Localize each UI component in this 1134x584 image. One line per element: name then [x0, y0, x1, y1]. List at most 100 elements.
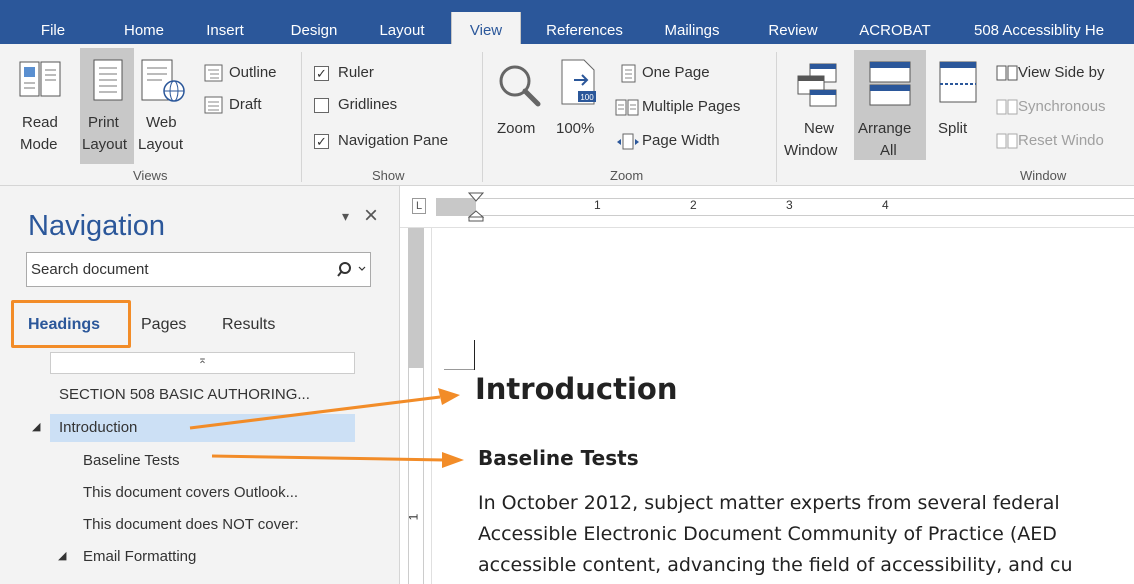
tab-layout[interactable]: Layout: [364, 12, 440, 44]
outline-button[interactable]: Outline: [229, 64, 277, 81]
arrange-all-icon: [869, 61, 911, 106]
tab-insert[interactable]: Insert: [194, 12, 256, 44]
tab-508-accessibility[interactable]: 508 Accessiblity He: [962, 12, 1134, 44]
one-page-icon: [621, 64, 636, 83]
pane-options-dropdown[interactable]: ▾: [342, 208, 349, 225]
tab-view[interactable]: View: [451, 12, 521, 44]
separator: [776, 52, 777, 182]
tab-file[interactable]: File: [22, 12, 84, 44]
document-paragraph-line[interactable]: accessible content, advancing the field …: [478, 554, 1073, 576]
hundred-percent-icon: 100: [561, 59, 596, 105]
views-group-label: Views: [133, 168, 168, 183]
hundred-percent-button[interactable]: 100%: [556, 120, 594, 137]
split-button[interactable]: Split: [938, 120, 967, 137]
arrange-all-label-2[interactable]: All: [880, 142, 897, 159]
tab-mailings[interactable]: Mailings: [650, 12, 734, 44]
heading-item[interactable]: SECTION 508 BASIC AUTHORING...: [59, 386, 310, 403]
read-mode-icon: [19, 61, 61, 97]
close-icon[interactable]: ×: [364, 202, 378, 230]
ribbon-tab-bar: File Home Insert Design Layout View Refe…: [0, 0, 1134, 44]
ruler-strip: [408, 368, 424, 584]
separator: [301, 52, 302, 182]
horizontal-ruler[interactable]: L 1 2 3 4: [400, 186, 1134, 228]
scroll-up-button[interactable]: ⌅: [50, 352, 355, 374]
read-mode-label-2[interactable]: Mode: [20, 136, 58, 153]
zoom-button[interactable]: Zoom: [497, 120, 535, 137]
ruler-number: 2: [690, 198, 697, 212]
outline-icon: [204, 64, 223, 82]
tab-review[interactable]: Review: [756, 12, 830, 44]
split-icon: [939, 61, 977, 103]
search-icon[interactable]: [337, 261, 367, 277]
new-window-label-1[interactable]: New: [804, 120, 834, 137]
print-layout-label-2[interactable]: Layout: [82, 136, 127, 153]
web-layout-icon: [141, 59, 185, 102]
heading-item[interactable]: This document covers Outlook...: [83, 484, 298, 501]
search-input[interactable]: Search document: [26, 252, 371, 287]
document-paragraph-line[interactable]: Accessible Electronic Document Community…: [478, 523, 1057, 545]
search-placeholder: Search document: [31, 261, 149, 278]
ribbon: Read Mode Print Layout Web Layout Outlin…: [0, 44, 1134, 186]
page-width-button[interactable]: Page Width: [642, 132, 720, 149]
separator: [482, 52, 483, 182]
tab-acrobat[interactable]: ACROBAT: [845, 12, 945, 44]
arrange-all-label-1[interactable]: Arrange: [858, 120, 911, 137]
view-side-by-side-button[interactable]: View Side by: [1018, 64, 1104, 81]
multiple-pages-icon: [615, 99, 639, 116]
ruler-checkbox[interactable]: ✓: [314, 66, 329, 81]
tab-design[interactable]: Design: [276, 12, 352, 44]
ruler-number: 1: [406, 513, 421, 521]
ruler-number: 4: [882, 198, 889, 212]
text-cursor: [474, 340, 475, 370]
reset-window-icon: [996, 133, 1018, 149]
synchronous-scrolling-icon: [996, 99, 1018, 115]
view-side-by-side-icon: [996, 65, 1018, 81]
tab-references[interactable]: References: [532, 12, 637, 44]
ruler-margin: [408, 228, 424, 368]
print-layout-label-1[interactable]: Print: [88, 114, 119, 131]
document-paragraph-line[interactable]: In October 2012, subject matter experts …: [478, 492, 1060, 514]
new-window-icon: [797, 63, 837, 107]
reset-window-button[interactable]: Reset Windo: [1018, 132, 1104, 149]
collapse-triangle-icon[interactable]: ◢: [32, 420, 40, 433]
hundred-icon-text: 100: [580, 93, 594, 102]
document-heading-1[interactable]: Introduction: [475, 372, 678, 406]
zoom-group-label: Zoom: [610, 168, 644, 183]
web-layout-label-1[interactable]: Web: [146, 114, 177, 131]
ruler-number: 1: [594, 198, 601, 212]
vertical-ruler[interactable]: 1: [400, 228, 432, 584]
new-window-label-2[interactable]: Window: [784, 142, 837, 159]
margin-mark: [444, 369, 474, 370]
page-width-icon: [617, 133, 639, 150]
draft-icon: [204, 96, 223, 114]
heading-item[interactable]: This document does NOT cover:: [83, 516, 299, 533]
magnifier-icon: [499, 65, 541, 107]
tab-headings[interactable]: Headings: [28, 316, 100, 334]
navigation-pane-checkbox[interactable]: ✓: [314, 134, 329, 149]
tab-selector[interactable]: L: [412, 198, 426, 214]
gridlines-label[interactable]: Gridlines: [338, 96, 397, 113]
heading-item-email-formatting[interactable]: Email Formatting: [83, 548, 196, 565]
heading-item-baseline-tests[interactable]: Baseline Tests: [83, 452, 179, 469]
navigation-pane-label[interactable]: Navigation Pane: [338, 132, 448, 149]
multiple-pages-button[interactable]: Multiple Pages: [642, 98, 740, 115]
one-page-button[interactable]: One Page: [642, 64, 710, 81]
web-layout-label-2[interactable]: Layout: [138, 136, 183, 153]
gridlines-checkbox[interactable]: [314, 98, 329, 113]
ruler-strip: [476, 198, 1134, 216]
tab-home[interactable]: Home: [108, 12, 180, 44]
synchronous-scrolling-button[interactable]: Synchronous: [1018, 98, 1106, 115]
read-mode-label-1[interactable]: Read: [22, 114, 58, 131]
draft-button[interactable]: Draft: [229, 96, 262, 113]
navigation-pane: Navigation ▾ × Search document Headings …: [0, 186, 400, 584]
show-group-label: Show: [372, 168, 405, 183]
heading-item-introduction[interactable]: Introduction: [59, 419, 137, 436]
tab-pages[interactable]: Pages: [141, 316, 186, 334]
window-group-label: Window: [1020, 168, 1067, 183]
tab-results[interactable]: Results: [222, 316, 275, 334]
indent-marker-icon[interactable]: [468, 192, 484, 222]
document-heading-2[interactable]: Baseline Tests: [478, 446, 639, 470]
ruler-label[interactable]: Ruler: [338, 64, 374, 81]
collapse-triangle-icon[interactable]: ◢: [58, 549, 66, 562]
ruler-number: 3: [786, 198, 793, 212]
